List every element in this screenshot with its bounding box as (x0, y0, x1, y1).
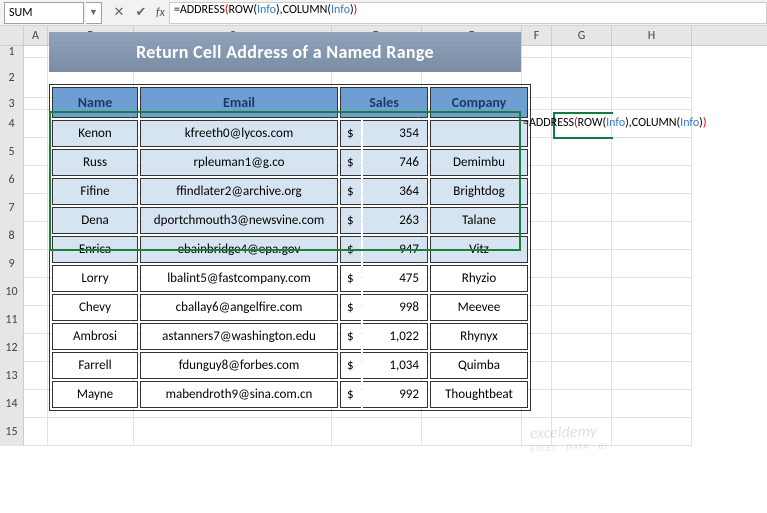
cell-sales[interactable]: 364 (363, 178, 428, 205)
cell-currency[interactable]: $ (340, 294, 361, 321)
th-company: Company (430, 87, 528, 118)
cell-company[interactable]: Rhynyx (430, 323, 528, 350)
table-row[interactable]: Maynemabendroth9@sina.com.cn$992Thoughtb… (52, 381, 528, 408)
row-header[interactable]: 7 (0, 194, 24, 222)
row-header[interactable]: 13 (0, 362, 24, 390)
row-header[interactable]: 9 (0, 250, 24, 278)
select-all-corner[interactable] (0, 26, 24, 45)
cell-name[interactable]: Farrell (52, 352, 138, 379)
cell-currency[interactable]: $ (340, 265, 361, 292)
cell-currency[interactable]: $ (340, 178, 361, 205)
th-email: Email (140, 87, 338, 118)
cell-sales[interactable]: 475 (363, 265, 428, 292)
sheet-title: Return Cell Address of a Named Range (49, 32, 521, 72)
cell-name[interactable]: Enrica (52, 236, 138, 263)
cell-company[interactable]: Demimbu (430, 149, 528, 176)
cell-company[interactable]: Thoughtbeat (430, 381, 528, 408)
chevron-down-icon: ▼ (89, 7, 98, 18)
cell-name[interactable]: Lorry (52, 265, 138, 292)
cell-name[interactable]: Ambrosi (52, 323, 138, 350)
cell-name[interactable]: Chevy (52, 294, 138, 321)
cancel-formula-button[interactable]: ✕ (108, 2, 130, 24)
cell-email[interactable]: fdunguy8@forbes.com (140, 352, 338, 379)
cell-company[interactable]: Vitz (430, 236, 528, 263)
formula-bar: SUM ▼ ✕ ✔ fx =ADDRESS(ROW(Info),COLUMN(I… (0, 0, 767, 26)
row-header[interactable]: 11 (0, 306, 24, 334)
cell-email[interactable]: ebainbridge4@epa.gov (140, 236, 338, 263)
inline-formula-overlay: =ADDRESS(ROW(Info),COLUMN(Info)) (523, 116, 706, 130)
th-name: Name (52, 87, 138, 118)
cell-sales[interactable]: 992 (363, 381, 428, 408)
cell-sales[interactable]: 746 (363, 149, 428, 176)
col-header-H[interactable]: H (612, 26, 692, 45)
table-row[interactable]: Kenonkfreeth0@lycos.com$354 (52, 120, 528, 147)
cell-currency[interactable]: $ (340, 120, 361, 147)
cell-currency[interactable]: $ (340, 236, 361, 263)
name-box-dropdown[interactable]: ▼ (86, 2, 102, 24)
cell-company[interactable]: Meevee (430, 294, 528, 321)
table-row[interactable]: Enricaebainbridge4@epa.gov$947Vitz (52, 236, 528, 263)
cell-sales[interactable]: 354 (363, 120, 428, 147)
row-header[interactable]: 2 (0, 58, 24, 98)
col-header-A[interactable]: A (24, 26, 48, 45)
table-row[interactable]: Farrellfdunguy8@forbes.com$1,034Quimba (52, 352, 528, 379)
row-header[interactable]: 10 (0, 278, 24, 306)
accept-formula-button[interactable]: ✔ (130, 2, 152, 24)
cell-sales[interactable]: 947 (363, 236, 428, 263)
row-header[interactable]: 8 (0, 222, 24, 250)
cell-email[interactable]: cballay6@angelfire.com (140, 294, 338, 321)
formula-input[interactable]: =ADDRESS(ROW(Info),COLUMN(Info)) (169, 2, 767, 24)
fx-icon[interactable]: fx (156, 6, 165, 20)
cell-email[interactable]: kfreeth0@lycos.com (140, 120, 338, 147)
cell-name[interactable]: Kenon (52, 120, 138, 147)
cell-currency[interactable]: $ (340, 207, 361, 234)
cell-company[interactable]: Talane (430, 207, 528, 234)
table-row[interactable]: Fifineffindlater2@archive.org$364Brightd… (52, 178, 528, 205)
cell-company[interactable]: Brightdog (430, 178, 528, 205)
col-header-F[interactable]: F (522, 26, 552, 45)
table-row[interactable]: Chevycballay6@angelfire.com$998Meevee (52, 294, 528, 321)
row-header[interactable]: 6 (0, 166, 24, 194)
data-table: Name Email Sales Company Kenonkfreeth0@l… (49, 84, 531, 411)
table-row[interactable]: Denadportchmouth3@newsvine.com$263Talane (52, 207, 528, 234)
cell-currency[interactable]: $ (340, 149, 361, 176)
cell-email[interactable]: astanners7@washington.edu (140, 323, 338, 350)
table-row[interactable]: Ambrosiastanners7@washington.edu$1,022Rh… (52, 323, 528, 350)
cell-email[interactable]: mabendroth9@sina.com.cn (140, 381, 338, 408)
cell-name[interactable]: Dena (52, 207, 138, 234)
cell-sales[interactable]: 998 (363, 294, 428, 321)
col-header-G[interactable]: G (552, 26, 612, 45)
cell-name[interactable]: Mayne (52, 381, 138, 408)
row-header[interactable]: 14 (0, 390, 24, 418)
row-header[interactable]: 12 (0, 334, 24, 362)
cell-currency[interactable]: $ (340, 352, 361, 379)
cell-email[interactable]: ffindlater2@archive.org (140, 178, 338, 205)
cell-sales[interactable]: 1,022 (363, 323, 428, 350)
th-sales: Sales (340, 87, 428, 118)
cell-currency[interactable]: $ (340, 323, 361, 350)
cell-email[interactable]: dportchmouth3@newsvine.com (140, 207, 338, 234)
cell-company[interactable]: Rhyzio (430, 265, 528, 292)
cell-email[interactable]: rpleuman1@g.co (140, 149, 338, 176)
cell-sales[interactable]: 1,034 (363, 352, 428, 379)
row-header[interactable]: 1 (0, 46, 24, 58)
name-box[interactable]: SUM (4, 2, 84, 24)
row-header[interactable]: 15 (0, 418, 24, 446)
table-row[interactable]: Lorrylbalint5@fastcompany.com$475Rhyzio (52, 265, 528, 292)
cell-company[interactable] (430, 120, 528, 147)
cell-currency[interactable]: $ (340, 381, 361, 408)
cell-company[interactable]: Quimba (430, 352, 528, 379)
row-header[interactable]: 4 (0, 110, 24, 138)
row-header[interactable]: 3 (0, 98, 24, 110)
cell-name[interactable]: Russ (52, 149, 138, 176)
table-row[interactable]: Russrpleuman1@g.co$746Demimbu (52, 149, 528, 176)
cell-sales[interactable]: 263 (363, 207, 428, 234)
cell-name[interactable]: Fifine (52, 178, 138, 205)
row-header[interactable]: 5 (0, 138, 24, 166)
cell-email[interactable]: lbalint5@fastcompany.com (140, 265, 338, 292)
